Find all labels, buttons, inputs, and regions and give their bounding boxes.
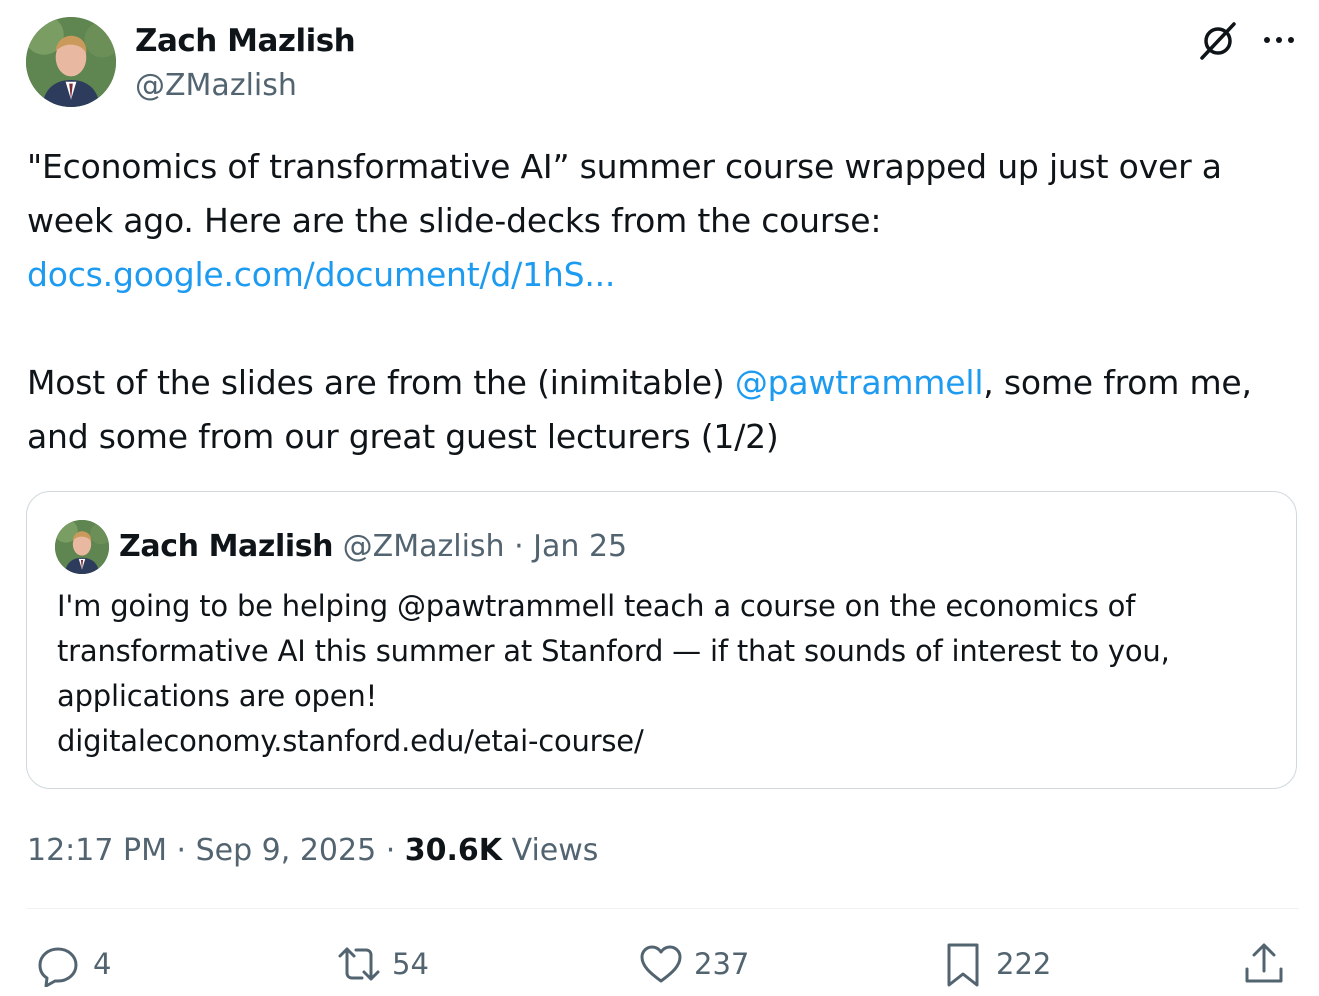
tweet-link[interactable]: docs.google.com/document/d/1hS...: [27, 255, 615, 294]
quoted-tweet-card[interactable]: Zach Mazlish @ZMazlish · Jan 25 I'm goin…: [26, 491, 1297, 789]
tweet-meta: 12:17 PM · Sep 9, 2025 · 30.6K Views: [27, 829, 598, 873]
separator-dot: ·: [166, 833, 196, 868]
tweet-date[interactable]: Sep 9, 2025: [196, 833, 377, 868]
views-label: Views: [502, 833, 599, 868]
quoted-author-avatar[interactable]: [55, 520, 109, 574]
quoted-text-line: transformative AI this summer at Stanfor…: [57, 634, 1170, 668]
bookmark-icon: [947, 943, 979, 987]
divider: [26, 908, 1299, 909]
bookmark-button[interactable]: 222: [940, 938, 1051, 990]
reply-button[interactable]: 4: [37, 938, 111, 990]
quoted-text-line: I'm going to be helping @pawtrammell tea…: [57, 589, 1136, 623]
tweet-text-segment: Most of the slides are from the (inimita…: [27, 363, 735, 402]
tweet-time[interactable]: 12:17 PM: [27, 833, 167, 868]
separator-dot: ·: [504, 529, 534, 564]
reply-icon: [38, 947, 78, 987]
like-count: 237: [694, 947, 750, 981]
avatar-photo: [55, 520, 109, 574]
share-icon: [1245, 943, 1283, 983]
tweet-text-line: and some from our great guest lecturers …: [27, 417, 779, 456]
quoted-tweet-date[interactable]: Jan 25: [533, 529, 627, 564]
retweet-button[interactable]: 54: [336, 938, 429, 990]
avatar-photo: [26, 17, 116, 107]
tweet-body: "Economics of transformative AI” summer …: [27, 140, 1297, 464]
retweet-icon: [338, 947, 380, 981]
separator-dot: ·: [376, 833, 405, 868]
author-handle[interactable]: @ZMazlish: [135, 66, 297, 106]
tweet-text-line: week ago. Here are the slide-decks from …: [27, 201, 882, 240]
quoted-author-handle[interactable]: @ZMazlish: [343, 529, 505, 564]
bookmark-count: 222: [996, 947, 1052, 981]
share-button[interactable]: [1241, 938, 1287, 990]
tweet-text-line: "Economics of transformative AI” summer …: [27, 147, 1222, 186]
author-name[interactable]: Zach Mazlish: [135, 20, 356, 62]
quoted-text-line: applications are open!: [57, 679, 378, 713]
tweet-text-segment: , some from me,: [983, 363, 1252, 402]
quoted-text-line: digitaleconomy.stanford.edu/etai-course/: [57, 724, 644, 758]
quoted-author-name[interactable]: Zach Mazlish: [119, 529, 334, 564]
quoted-tweet-header: Zach Mazlish @ZMazlish · Jan 25: [119, 526, 627, 568]
grok-icon[interactable]: [1196, 18, 1240, 62]
reply-count: 4: [93, 947, 112, 981]
heart-icon: [640, 945, 682, 983]
retweet-count: 54: [392, 947, 429, 981]
author-avatar[interactable]: [26, 17, 116, 107]
quoted-tweet-body: I'm going to be helping @pawtrammell tea…: [57, 584, 1277, 764]
views-count[interactable]: 30.6K: [405, 833, 502, 868]
mention-link[interactable]: @pawtrammell: [735, 363, 984, 402]
like-button[interactable]: 237: [638, 938, 749, 990]
more-icon[interactable]: [1258, 24, 1300, 56]
